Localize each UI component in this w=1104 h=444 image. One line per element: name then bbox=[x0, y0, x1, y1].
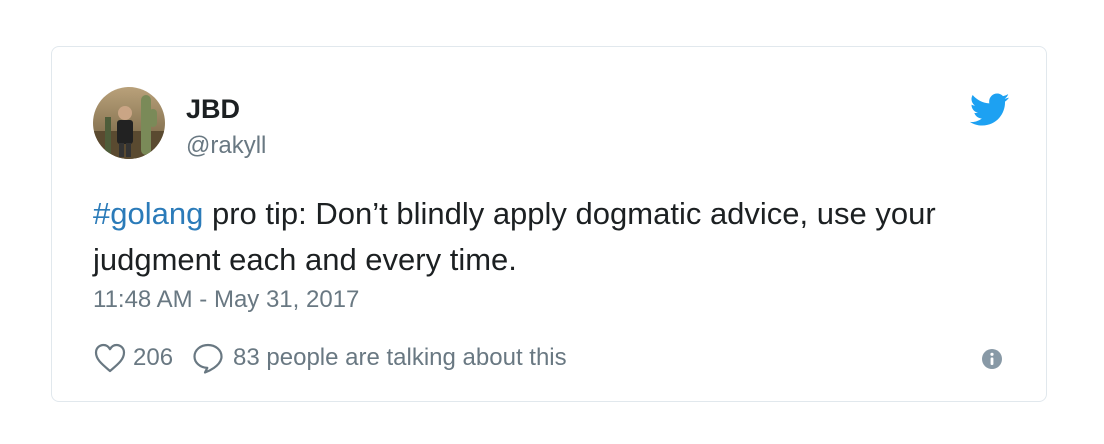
author-handle[interactable]: @rakyll bbox=[186, 131, 266, 161]
like-button[interactable]: 206 bbox=[93, 342, 191, 374]
tweet-text: #golang pro tip: Don’t blindly apply dog… bbox=[93, 191, 993, 283]
talking-count-text: 83 people are talking about this bbox=[233, 344, 567, 371]
tweet-card[interactable]: JBD @rakyll #golang pro tip: Don’t blind… bbox=[51, 46, 1047, 402]
tweet-timestamp[interactable]: 11:48 AM - May 31, 2017 bbox=[93, 285, 359, 315]
reply-bubble-icon bbox=[193, 343, 223, 374]
avatar[interactable] bbox=[93, 87, 165, 159]
info-icon[interactable] bbox=[981, 348, 1003, 370]
talking-link[interactable]: 83 people are talking about this bbox=[191, 342, 567, 374]
hashtag-link[interactable]: #golang bbox=[93, 196, 203, 231]
twitter-bird-icon[interactable] bbox=[970, 93, 1010, 127]
heart-icon bbox=[94, 343, 126, 373]
avatar-image bbox=[93, 87, 165, 159]
like-count: 206 bbox=[133, 344, 174, 371]
tweet-body: pro tip: Don’t blindly apply dogmatic ad… bbox=[93, 196, 936, 277]
tweet-actions: 206 83 people are talking about this bbox=[93, 341, 567, 375]
author-display-name[interactable]: JBD bbox=[186, 93, 240, 125]
